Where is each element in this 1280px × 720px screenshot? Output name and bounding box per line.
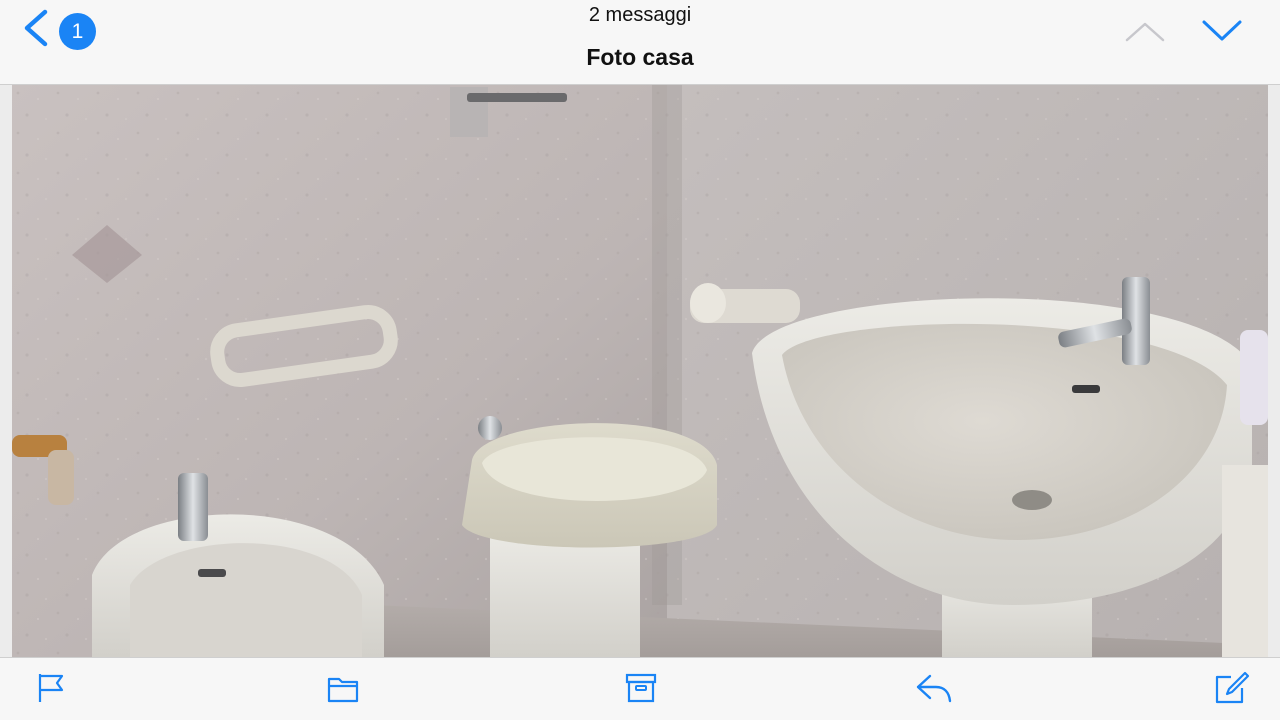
reply-icon: [916, 674, 952, 703]
archive-icon: [625, 673, 657, 703]
bottom-toolbar: [0, 657, 1280, 720]
bathroom-photo[interactable]: [12, 85, 1268, 657]
navigation-bar: 1 2 messaggi Foto casa: [0, 0, 1280, 85]
chevron-down-icon: [1202, 20, 1242, 41]
next-message-button[interactable]: [1201, 16, 1243, 44]
reply-button[interactable]: [914, 670, 954, 706]
move-to-folder-button[interactable]: [323, 670, 363, 706]
archive-button[interactable]: [621, 670, 661, 706]
compose-icon: [1215, 671, 1250, 704]
flag-icon: [38, 674, 64, 702]
chevron-up-icon: [1125, 22, 1165, 42]
flag-button[interactable]: [31, 670, 71, 706]
message-count-label: 2 messaggi: [588, 4, 692, 26]
previous-message-button[interactable]: [1124, 18, 1166, 44]
folder-icon: [327, 677, 359, 703]
thread-subject-title: Foto casa: [586, 44, 694, 70]
message-body: [0, 85, 1280, 657]
compose-button[interactable]: [1211, 670, 1251, 706]
